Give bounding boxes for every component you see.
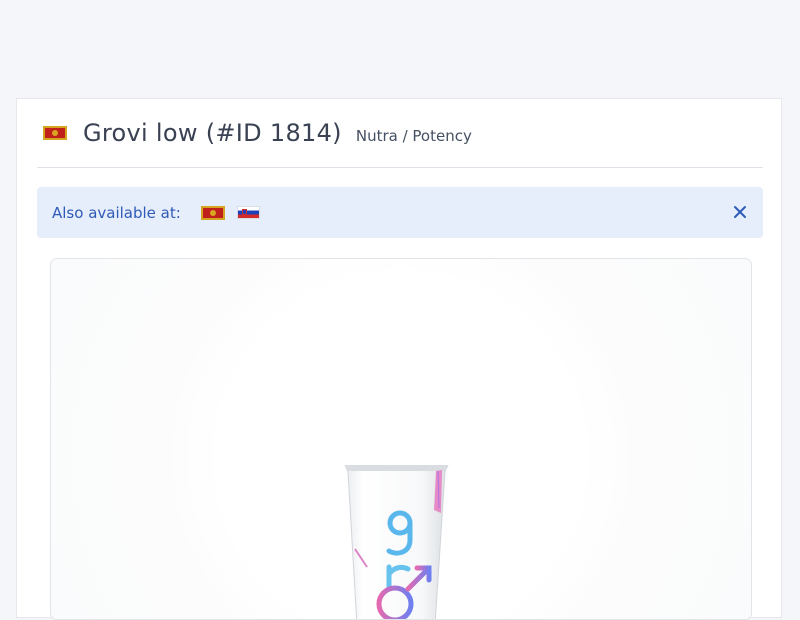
close-icon: [734, 206, 746, 218]
product-card: Grovi low (#ID 1814) Nutra / Potency Als…: [16, 98, 782, 620]
montenegro-flag-icon[interactable]: [200, 205, 225, 220]
product-category: Nutra / Potency: [355, 126, 472, 145]
montenegro-flag-icon: [43, 126, 67, 140]
availability-alert: Also available at:: [37, 187, 763, 238]
product-header: Grovi low (#ID 1814) Nutra / Potency: [37, 99, 763, 168]
slovenia-flag-icon[interactable]: [236, 206, 260, 219]
close-alert-button[interactable]: [729, 201, 751, 223]
top-spacer: [0, 0, 800, 98]
product-image-panel: [50, 258, 752, 620]
product-tube-image: [344, 465, 449, 619]
product-title: Grovi low (#ID 1814): [83, 119, 342, 147]
availability-label: Also available at:: [52, 203, 181, 222]
